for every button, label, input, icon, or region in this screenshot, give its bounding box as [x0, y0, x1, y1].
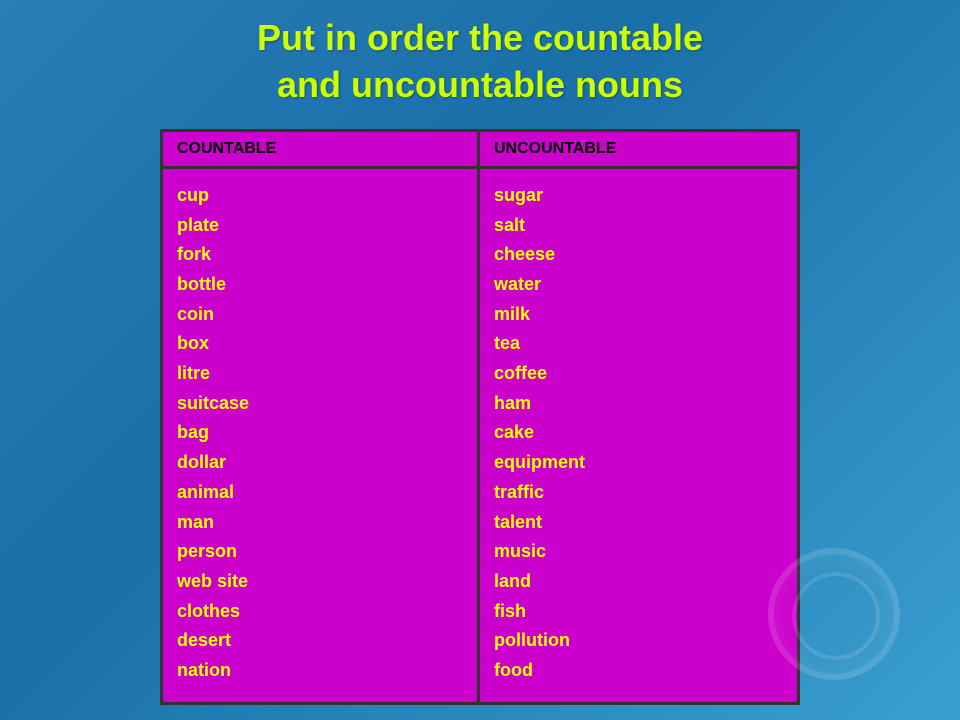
list-item: sugar	[494, 181, 783, 211]
table-body: cupplateforkbottlecoinboxlitresuitcaseba…	[163, 169, 797, 702]
list-item: fork	[177, 240, 463, 270]
list-item: salt	[494, 211, 783, 241]
list-item: plate	[177, 211, 463, 241]
list-item: person	[177, 537, 463, 567]
list-item: cheese	[494, 240, 783, 270]
list-item: web site	[177, 567, 463, 597]
list-item: coin	[177, 300, 463, 330]
list-item: dollar	[177, 448, 463, 478]
page-title: Put in order the countable and uncountab…	[257, 15, 703, 109]
list-item: cake	[494, 418, 783, 448]
nouns-table: COUNTABLE UNCOUNTABLE cupplateforkbottle…	[160, 129, 800, 705]
countable-column: cupplateforkbottlecoinboxlitresuitcaseba…	[163, 169, 480, 702]
list-item: desert	[177, 626, 463, 656]
list-item: animal	[177, 478, 463, 508]
table-header: COUNTABLE UNCOUNTABLE	[163, 132, 797, 169]
list-item: equipment	[494, 448, 783, 478]
list-item: music	[494, 537, 783, 567]
list-item: traffic	[494, 478, 783, 508]
list-item: ham	[494, 389, 783, 419]
list-item: box	[177, 329, 463, 359]
list-item: tea	[494, 329, 783, 359]
list-item: talent	[494, 508, 783, 538]
list-item: fish	[494, 597, 783, 627]
list-item: suitcase	[177, 389, 463, 419]
list-item: land	[494, 567, 783, 597]
list-item: milk	[494, 300, 783, 330]
list-item: bag	[177, 418, 463, 448]
list-item: bottle	[177, 270, 463, 300]
list-item: clothes	[177, 597, 463, 627]
list-item: coffee	[494, 359, 783, 389]
list-item: man	[177, 508, 463, 538]
countable-header: COUNTABLE	[163, 132, 480, 166]
list-item: nation	[177, 656, 463, 686]
list-item: food	[494, 656, 783, 686]
uncountable-header: UNCOUNTABLE	[480, 132, 797, 166]
list-item: cup	[177, 181, 463, 211]
uncountable-column: sugarsaltcheesewatermilkteacoffeehamcake…	[480, 169, 797, 702]
list-item: pollution	[494, 626, 783, 656]
list-item: litre	[177, 359, 463, 389]
list-item: water	[494, 270, 783, 300]
